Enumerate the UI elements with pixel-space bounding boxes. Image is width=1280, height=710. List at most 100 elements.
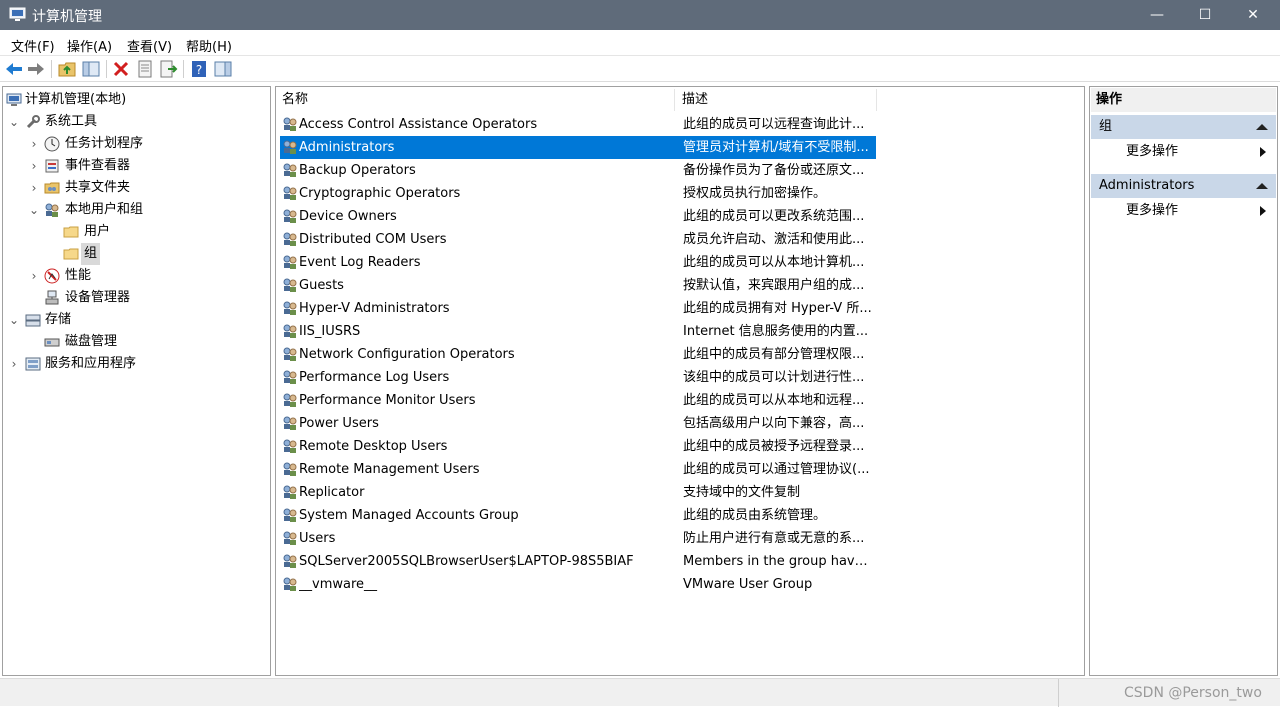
chevron-right-icon[interactable]: › (28, 177, 40, 199)
group-row[interactable]: Users 防止用户进行有意或无意的系... (280, 527, 876, 550)
group-name: Backup Operators (299, 163, 416, 178)
chevron-right-icon[interactable]: › (28, 155, 40, 177)
group-row[interactable]: IIS_IUSRS Internet 信息服务使用的内置... (280, 320, 876, 343)
actions-section-administrators[interactable]: Administrators (1091, 174, 1276, 198)
group-icon (283, 186, 297, 200)
group-row[interactable]: Performance Log Users 该组中的成员可以计划进行性... (280, 366, 876, 389)
group-description: 按默认值，来宾跟用户组的成... (683, 278, 865, 293)
chevron-down-icon[interactable]: ⌄ (8, 111, 20, 133)
group-row[interactable]: Administrators 管理员对计算机/域有不受限制... (280, 136, 876, 159)
group-description: 此组中的成员被授予远程登录... (683, 439, 865, 454)
group-name: System Managed Accounts Group (299, 508, 519, 523)
toolbar-separator (183, 60, 184, 78)
group-row[interactable]: SQLServer2005SQLBrowserUser$LAPTOP-98S5B… (280, 550, 876, 573)
maximize-button[interactable]: ☐ (1180, 0, 1230, 30)
event-viewer-icon (45, 159, 59, 173)
group-name: Distributed COM Users (299, 232, 447, 247)
menu-action[interactable]: 操作(A) (67, 36, 112, 55)
device-manager-icon (45, 290, 59, 305)
more-actions-groups[interactable]: 更多操作 (1091, 141, 1276, 163)
chevron-down-icon[interactable]: ⌄ (28, 199, 40, 221)
group-icon (283, 117, 297, 131)
group-description: 此组的成员可以更改系统范围... (683, 209, 865, 224)
export-list-icon[interactable] (158, 59, 178, 79)
group-icon (283, 508, 297, 522)
group-name: Network Configuration Operators (299, 347, 515, 362)
group-row[interactable]: Performance Monitor Users 此组的成员可以从本地和远程..… (280, 389, 876, 412)
show-hide-tree-icon[interactable] (81, 59, 101, 79)
group-icon (283, 439, 297, 453)
back-arrow-icon[interactable] (4, 59, 24, 79)
chevron-down-icon[interactable]: ⌄ (8, 309, 20, 331)
collapse-up-icon[interactable] (1256, 124, 1268, 130)
up-folder-icon[interactable] (57, 59, 77, 79)
group-row[interactable]: Device Owners 此组的成员可以更改系统范围... (280, 205, 876, 228)
help-icon[interactable]: ? (189, 59, 209, 79)
group-row[interactable]: Power Users 包括高级用户以向下兼容，高... (280, 412, 876, 435)
group-row[interactable]: Network Configuration Operators 此组中的成员有部分… (280, 343, 876, 366)
group-row[interactable]: Replicator 支持域中的文件复制 (280, 481, 876, 504)
watermark-text: CSDN @Person_two (1124, 685, 1262, 701)
group-icon (283, 209, 297, 223)
close-button[interactable]: ✕ (1228, 0, 1278, 30)
group-row[interactable]: Access Control Assistance Operators 此组的成员… (280, 113, 876, 136)
group-name: Device Owners (299, 209, 397, 224)
group-icon (283, 485, 297, 499)
group-row[interactable]: __vmware__ VMware User Group (280, 573, 876, 596)
more-actions-administrators[interactable]: 更多操作 (1091, 200, 1276, 222)
group-description: 备份操作员为了备份或还原文... (683, 163, 865, 178)
group-icon (283, 531, 297, 545)
group-icon (283, 416, 297, 430)
chevron-right-icon[interactable]: › (28, 133, 40, 155)
group-name: Cryptographic Operators (299, 186, 461, 201)
column-header-name[interactable]: 名称 (282, 89, 308, 111)
menu-view[interactable]: 查看(V) (127, 36, 172, 55)
group-icon (283, 462, 297, 476)
delete-icon[interactable] (111, 59, 131, 79)
collapse-up-icon[interactable] (1256, 183, 1268, 189)
performance-icon (44, 268, 60, 284)
column-divider[interactable] (876, 89, 877, 111)
group-row[interactable]: Backup Operators 备份操作员为了备份或还原文... (280, 159, 876, 182)
chevron-right-icon (1260, 206, 1266, 216)
group-name: SQLServer2005SQLBrowserUser$LAPTOP-98S5B… (299, 554, 634, 569)
group-row[interactable]: System Managed Accounts Group 此组的成员由系统管理。 (280, 504, 876, 527)
group-icon (283, 577, 297, 591)
group-description: 此组的成员可以通过管理协议(... (683, 462, 870, 477)
group-row[interactable]: Guests 按默认值，来宾跟用户组的成... (280, 274, 876, 297)
group-description: 此组的成员拥有对 Hyper-V 所... (683, 301, 872, 316)
column-divider[interactable] (674, 89, 675, 111)
group-description: 此组的成员可以远程查询此计... (683, 117, 865, 132)
group-name: Performance Log Users (299, 370, 450, 385)
toolbar-separator (51, 60, 52, 78)
local-users-groups-icon (45, 203, 59, 217)
computer-management-icon (9, 7, 26, 21)
forward-arrow-icon[interactable] (26, 59, 46, 79)
group-row[interactable]: Hyper-V Administrators 此组的成员拥有对 Hyper-V 所… (280, 297, 876, 320)
group-row[interactable]: Remote Management Users 此组的成员可以通过管理协议(... (280, 458, 876, 481)
minimize-button[interactable]: — (1132, 0, 1182, 30)
toolbar-separator (106, 60, 107, 78)
chevron-right-icon[interactable]: › (28, 265, 40, 287)
group-icon (283, 324, 297, 338)
group-row[interactable]: Event Log Readers 此组的成员可以从本地计算机... (280, 251, 876, 274)
group-description: 此组的成员可以从本地计算机... (683, 255, 865, 270)
group-description: Members in the group have ... (683, 554, 875, 569)
chevron-right-icon (1260, 147, 1266, 157)
group-row[interactable]: Cryptographic Operators 授权成员执行加密操作。 (280, 182, 876, 205)
menu-help[interactable]: 帮助(H) (186, 36, 232, 55)
column-header-description[interactable]: 描述 (682, 89, 708, 111)
group-name: __vmware__ (299, 577, 378, 592)
group-description: 成员允许启动、激活和使用此... (683, 232, 865, 247)
system-tools-icon (26, 115, 40, 129)
properties-icon[interactable] (135, 59, 155, 79)
group-row[interactable]: Remote Desktop Users 此组中的成员被授予远程登录... (280, 435, 876, 458)
chevron-right-icon[interactable]: › (8, 353, 20, 375)
more-actions-label: 更多操作 (1126, 144, 1179, 159)
actions-section-groups[interactable]: 组 (1091, 115, 1276, 139)
group-icon (283, 301, 297, 315)
menu-file[interactable]: 文件(F) (11, 36, 55, 55)
group-icon (283, 370, 297, 384)
show-hide-action-pane-icon[interactable] (213, 59, 233, 79)
group-row[interactable]: Distributed COM Users 成员允许启动、激活和使用此... (280, 228, 876, 251)
